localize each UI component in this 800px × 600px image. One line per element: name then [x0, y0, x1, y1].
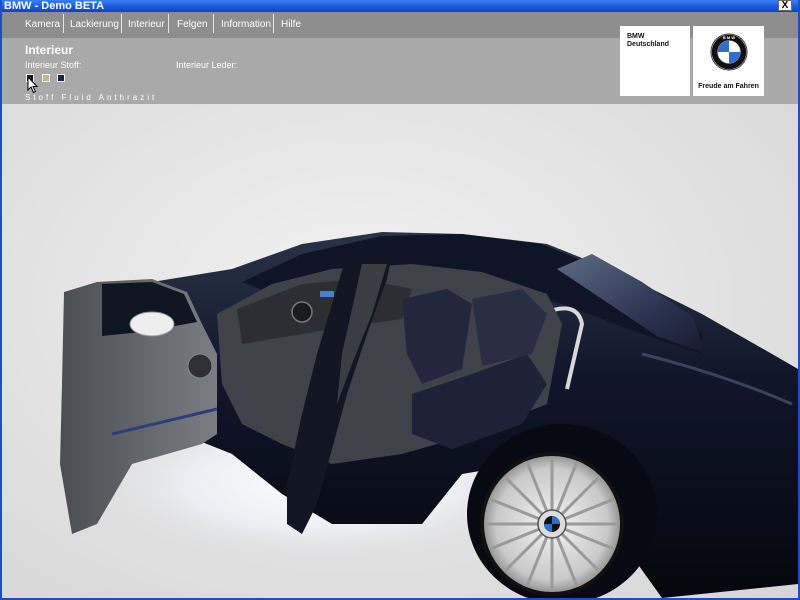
- menu-item-kamera[interactable]: Kamera: [25, 15, 60, 34]
- menu-separator: [168, 14, 169, 33]
- mouse-cursor-icon: [27, 76, 39, 94]
- side-mirror: [129, 311, 175, 337]
- svg-text:B M W: B M W: [723, 35, 735, 40]
- swatch-blue[interactable]: [57, 74, 65, 82]
- menu-item-lackierung[interactable]: Lackierung: [70, 15, 119, 34]
- window-title: BMW - Demo BETA: [4, 0, 105, 12]
- steering-wheel: [291, 301, 313, 323]
- menu-item-felgen[interactable]: Felgen: [177, 15, 208, 34]
- menu-item-information[interactable]: Information: [221, 15, 271, 34]
- menu-separator: [273, 14, 274, 33]
- bmw-deutschland-box: BMW Deutschland: [620, 26, 690, 96]
- door-speaker: [187, 353, 213, 379]
- nav-screen: [320, 291, 334, 297]
- leather-label: Interieur Leder:: [176, 60, 238, 70]
- section-title: Interieur: [25, 43, 74, 57]
- menu-separator: [63, 14, 64, 33]
- menu-separator: [121, 14, 122, 33]
- menu-separator: [213, 14, 214, 33]
- bmw-roundel-icon: B M W: [710, 33, 748, 71]
- menu-item-hilfe[interactable]: Hilfe: [281, 15, 301, 34]
- bmw-logo-box: B M W Freude am Fahren: [693, 26, 764, 96]
- close-button[interactable]: X: [778, 0, 792, 11]
- app-window: BMW - Demo BETA X Kamera Lackierung Inte…: [0, 0, 800, 600]
- title-bar[interactable]: BMW - Demo BETA X: [2, 0, 798, 12]
- menu-item-interieur[interactable]: Interieur: [128, 15, 165, 34]
- swatch-beige[interactable]: [42, 74, 50, 82]
- car-render: [60, 232, 798, 598]
- brand-slogan: Freude am Fahren: [698, 83, 759, 90]
- configurator-panel: Kamera Lackierung Interieur Felgen Infor…: [2, 12, 798, 104]
- selected-material-name: Stoff Fluid Anthrazit: [25, 93, 158, 102]
- 3d-car-viewport[interactable]: [2, 104, 798, 598]
- brand-company: BMW Deutschland: [627, 33, 669, 49]
- brand-line1: BMW: [627, 33, 645, 40]
- brand-line2: Deutschland: [627, 41, 670, 48]
- fabric-label: Interieur Stoff:: [25, 60, 82, 70]
